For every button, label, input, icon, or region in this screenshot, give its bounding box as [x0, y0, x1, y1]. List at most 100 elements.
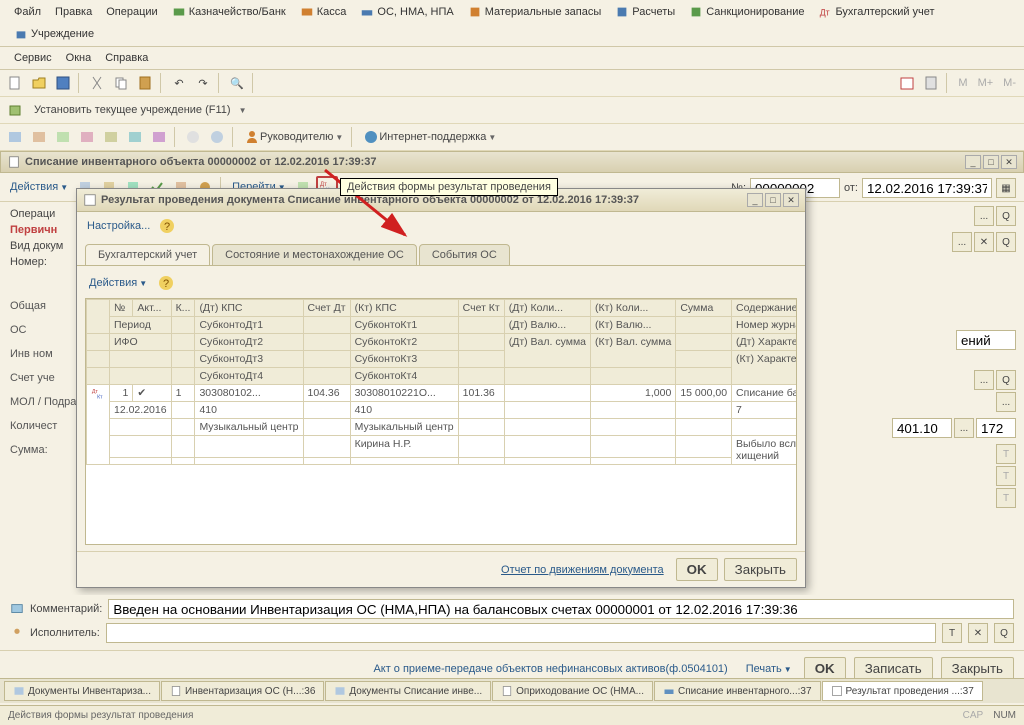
menu-operations[interactable]: Операции — [100, 2, 163, 22]
wtab-2[interactable]: Инвентаризация ОС (Н...:36 — [161, 681, 324, 701]
menu-calc[interactable]: Расчеты — [609, 2, 681, 22]
t1-btn[interactable]: T — [996, 444, 1016, 464]
dlg-close[interactable]: ✕ — [783, 193, 799, 207]
menu-help[interactable]: Справка — [99, 49, 154, 67]
save-icon[interactable] — [52, 72, 74, 94]
tb3-8[interactable] — [182, 126, 204, 148]
search-2[interactable]: Q — [996, 232, 1016, 252]
tb3-4[interactable] — [76, 126, 98, 148]
t2-btn[interactable]: T — [996, 466, 1016, 486]
find-icon[interactable]: 🔍 — [226, 72, 248, 94]
rm-1[interactable]: ... — [974, 370, 994, 390]
acc1-btn[interactable]: ... — [954, 418, 974, 438]
menu-windows[interactable]: Окна — [60, 49, 98, 67]
tb3-6[interactable] — [124, 126, 146, 148]
dlg-minimize[interactable]: _ — [747, 193, 763, 207]
wtab-5[interactable]: Списание инвентарного...:37 — [654, 681, 821, 701]
konf-input[interactable] — [956, 330, 1016, 350]
wtab-6[interactable]: Результат проведения ...:37 — [822, 681, 983, 701]
copy-icon[interactable] — [110, 72, 132, 94]
date-picker-icon[interactable]: ▦ — [996, 178, 1016, 198]
cut-icon[interactable] — [86, 72, 108, 94]
tb3-2[interactable] — [28, 126, 50, 148]
new-icon[interactable] — [4, 72, 26, 94]
tab-events[interactable]: События ОС — [419, 244, 510, 265]
lookup-1[interactable]: ... — [974, 206, 994, 226]
dlg-actions[interactable]: Действия▼ — [85, 275, 151, 291]
svg-text:?: ? — [163, 278, 169, 290]
menu-materials[interactable]: Материальные запасы — [462, 2, 608, 22]
table-row[interactable]: ДтКт 1 ✔ 1 303080102... 104.36 303080102… — [87, 385, 798, 402]
dlg-help2-icon[interactable]: ? — [155, 272, 177, 294]
dlg-ok-button[interactable]: OK — [676, 558, 718, 581]
tab-state[interactable]: Состояние и местонахождение ОС — [212, 244, 417, 265]
doc-date-input[interactable] — [862, 178, 992, 198]
maximize-button[interactable]: □ — [983, 155, 999, 169]
status-cap: CAP — [963, 710, 984, 721]
dlg-close-button[interactable]: Закрыть — [724, 558, 797, 581]
menu-accounting[interactable]: ДтБухгалтерский учет — [812, 2, 940, 22]
set-org-icon[interactable] — [4, 99, 26, 121]
minimize-button[interactable]: _ — [965, 155, 981, 169]
print-dropdown[interactable]: Печать▼ — [742, 661, 796, 677]
clear-2[interactable]: ✕ — [974, 232, 994, 252]
lookup-2[interactable]: ... — [952, 232, 972, 252]
menu-os[interactable]: ОС, НМА, НПА — [354, 2, 459, 22]
redo-icon[interactable]: ↷ — [192, 72, 214, 94]
acc1-input[interactable] — [892, 418, 952, 438]
tb3-3[interactable] — [52, 126, 74, 148]
menu-cash[interactable]: Касса — [294, 2, 353, 22]
act-link[interactable]: Акт о приеме-передаче объектов нефинансо… — [367, 660, 733, 678]
result-grid[interactable]: № Акт... К... (Дт) КПС Счет Дт (Кт) КПС … — [85, 298, 797, 545]
bottom-form: Комментарий: Исполнитель: T ✕ Q — [0, 595, 1024, 651]
undo-icon[interactable]: ↶ — [168, 72, 190, 94]
ok-button[interactable]: OK — [804, 657, 846, 680]
svg-text:Дт: Дт — [820, 8, 830, 18]
wtab-4[interactable]: Оприходование ОС (НМА... — [492, 681, 653, 701]
dlg-maximize[interactable]: □ — [765, 193, 781, 207]
rm-2[interactable]: ... — [996, 392, 1016, 412]
menu-file[interactable]: Файл — [8, 2, 47, 22]
save-button[interactable]: Записать — [854, 657, 933, 680]
rm-1b[interactable]: Q — [996, 370, 1016, 390]
actions-dropdown[interactable]: Действия▼ — [6, 179, 72, 195]
tb3-7[interactable] — [148, 126, 170, 148]
doc-icon — [7, 155, 21, 169]
main-menu-2: Сервис Окна Справка — [0, 47, 1024, 70]
tab-accounting[interactable]: Бухгалтерский учет — [85, 244, 210, 266]
paste-icon[interactable] — [134, 72, 156, 94]
calc-icon[interactable] — [920, 72, 942, 94]
tb3-9[interactable] — [206, 126, 228, 148]
comment-input[interactable] — [108, 599, 1014, 619]
acc2-input[interactable] — [976, 418, 1016, 438]
exec-t[interactable]: T — [942, 623, 962, 643]
menu-institution[interactable]: Учреждение — [8, 24, 100, 44]
calendar-icon[interactable] — [896, 72, 918, 94]
dlg-help-icon[interactable]: ? — [156, 215, 178, 237]
menu-sanction[interactable]: Санкционирование — [683, 2, 810, 22]
menu-edit[interactable]: Правка — [49, 2, 98, 22]
menu-service[interactable]: Сервис — [8, 49, 58, 67]
wtab-3[interactable]: Документы Списание инве... — [325, 681, 491, 701]
menu-treasury[interactable]: Казначейство/Банк — [166, 2, 292, 22]
manager-dropdown[interactable]: Руководителю▼ — [240, 127, 347, 147]
exec-q[interactable]: Q — [994, 623, 1014, 643]
wtab-1[interactable]: Документы Инвентариза... — [4, 681, 160, 701]
close-button2[interactable]: Закрыть — [941, 657, 1014, 680]
report-link[interactable]: Отчет по движениям документа — [495, 561, 670, 579]
tb3-1[interactable] — [4, 126, 26, 148]
t3-btn[interactable]: T — [996, 488, 1016, 508]
close-button[interactable]: ✕ — [1001, 155, 1017, 169]
dlg-settings[interactable]: Настройка... — [83, 218, 154, 234]
tb3-5[interactable] — [100, 126, 122, 148]
open-icon[interactable] — [28, 72, 50, 94]
internet-dropdown[interactable]: Интернет-поддержка▼ — [359, 127, 500, 147]
toolbar-2: Установить текущее учреждение (F11) ▼ — [0, 97, 1024, 124]
exec-x[interactable]: ✕ — [968, 623, 988, 643]
executor-label: Исполнитель: — [30, 627, 100, 639]
executor-input[interactable] — [106, 623, 936, 643]
search-1[interactable]: Q — [996, 206, 1016, 226]
status-num: NUM — [993, 710, 1016, 721]
result-dialog: Результат проведения документа Списание … — [76, 188, 806, 588]
document-title: Списание инвентарного объекта 00000002 о… — [25, 156, 376, 168]
